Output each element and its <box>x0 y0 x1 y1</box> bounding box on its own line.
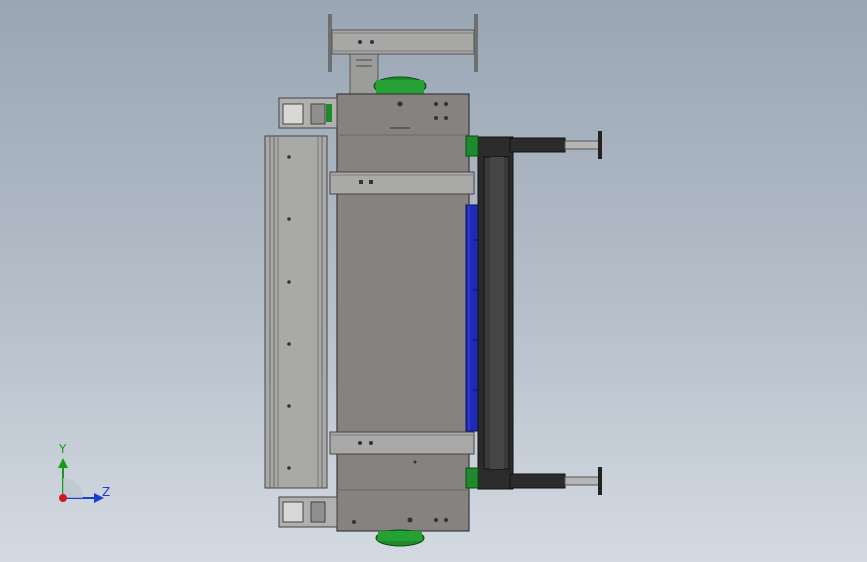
lower-cross-bar <box>329 431 475 455</box>
bottom-left-clamp <box>278 496 338 528</box>
top-bearing <box>373 76 427 96</box>
y-axis-label: Y <box>59 442 67 456</box>
main-housing <box>336 93 470 532</box>
axis-triad <box>58 458 104 503</box>
cad-viewport[interactable] <box>0 0 867 562</box>
z-axis-label: Z <box>102 485 111 499</box>
bottom-bearing <box>375 529 425 547</box>
upper-cross-bar <box>329 171 475 195</box>
top-left-clamp <box>278 97 338 129</box>
left-roller-assembly <box>264 135 328 489</box>
